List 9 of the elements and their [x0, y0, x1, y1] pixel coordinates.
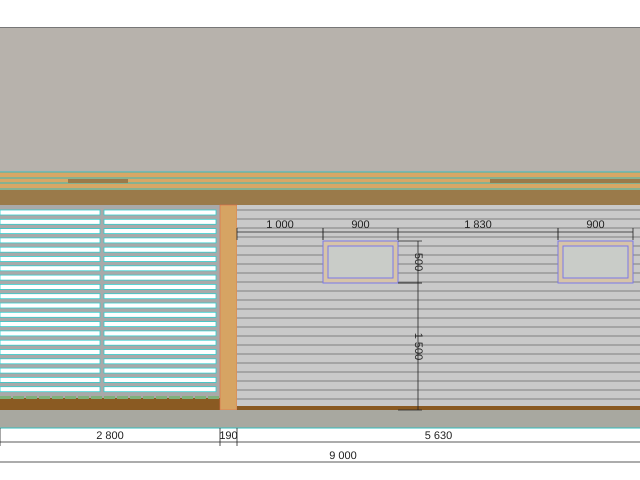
dimension-label: 9 000: [329, 450, 357, 462]
dimension-label: 2 800: [96, 430, 124, 442]
dimension-label: 1 000: [266, 219, 294, 231]
dimension-label: 5 630: [424, 430, 452, 442]
dimension-label: 500: [412, 252, 424, 272]
dimension-label: 1 830: [464, 219, 492, 231]
dimension-label: 900: [351, 219, 370, 231]
dimension-label: 1 500: [412, 332, 424, 360]
dimension-label: 900: [586, 219, 605, 231]
